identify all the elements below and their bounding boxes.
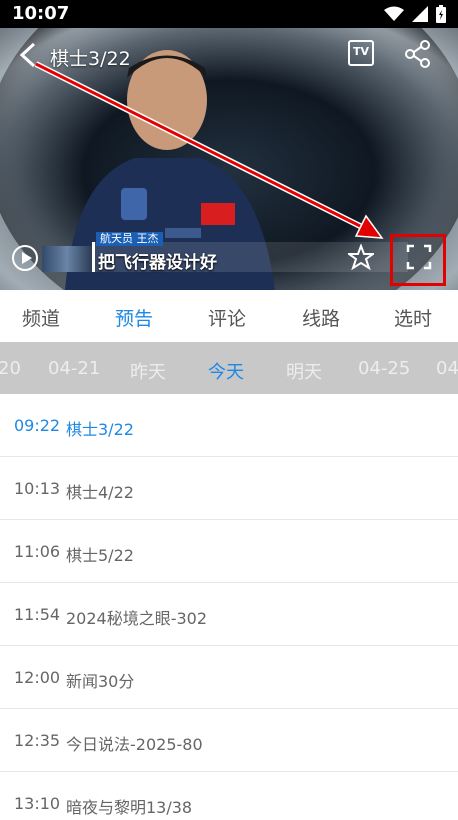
schedule-title: 2024秘境之眼-302	[66, 609, 208, 628]
schedule-row[interactable]: 09:22 棋士3/22	[0, 394, 458, 457]
schedule-row[interactable]: 13:10 暗夜与黎明13/38	[0, 772, 458, 820]
schedule-title: 棋士3/22	[66, 420, 134, 439]
schedule-title: 棋士5/22	[66, 546, 134, 565]
status-icons	[384, 5, 446, 23]
date-item[interactable]: 昨天	[130, 358, 166, 384]
date-item[interactable]: 04	[436, 358, 458, 379]
schedule-time: 09:22	[14, 416, 61, 435]
date-strip[interactable]: 20 04-21 昨天 今天 明天 04-25 04	[0, 342, 458, 394]
video-player[interactable]: 棋士3/22 TV 航天员 王杰 把飞行器设计好	[0, 28, 458, 290]
schedule-title: 棋士4/22	[66, 483, 134, 502]
signal-icon	[412, 6, 428, 22]
tab-schedule[interactable]: 预告	[115, 304, 153, 331]
schedule-row[interactable]: 10:13 棋士4/22	[0, 457, 458, 520]
schedule-row[interactable]: 11:06 棋士5/22	[0, 520, 458, 583]
date-item[interactable]: 20	[0, 358, 21, 379]
status-time: 10:07	[12, 3, 70, 24]
schedule-time: 12:00	[14, 668, 61, 687]
battery-icon	[436, 5, 446, 23]
tab-channel[interactable]: 频道	[22, 304, 60, 331]
schedule-title: 今日说法-2025-80	[66, 735, 203, 754]
tab-time-select[interactable]: 选时	[394, 304, 432, 331]
share-icon[interactable]	[404, 40, 432, 68]
tab-comments[interactable]: 评论	[208, 304, 246, 331]
date-item[interactable]: 明天	[286, 358, 322, 384]
video-title: 棋士3/22	[50, 48, 131, 70]
schedule-time: 11:54	[14, 605, 61, 624]
tv-cast-button[interactable]: TV	[348, 40, 374, 66]
schedule-list: 09:22 棋士3/22 10:13 棋士4/22 11:06 棋士5/22 1…	[0, 394, 458, 820]
fullscreen-highlight-box	[390, 234, 446, 286]
favorite-star-icon[interactable]	[348, 244, 374, 270]
program-thumbnail[interactable]	[42, 246, 92, 272]
schedule-time: 12:35	[14, 731, 61, 750]
schedule-row[interactable]: 12:35 今日说法-2025-80	[0, 709, 458, 772]
play-button[interactable]	[12, 245, 38, 271]
video-caption: 把飞行器设计好	[98, 253, 217, 273]
date-item-today[interactable]: 今天	[208, 358, 244, 384]
schedule-row[interactable]: 12:00 新闻30分	[0, 646, 458, 709]
date-item[interactable]: 04-21	[48, 358, 100, 379]
caption-tag: 航天员 王杰	[96, 232, 163, 246]
schedule-row[interactable]: 11:54 2024秘境之眼-302	[0, 583, 458, 646]
schedule-title: 暗夜与黎明13/38	[66, 798, 193, 817]
tab-route[interactable]: 线路	[302, 304, 340, 331]
date-item[interactable]: 04-25	[358, 358, 410, 379]
wifi-icon	[384, 6, 404, 21]
schedule-time: 13:10	[14, 794, 61, 813]
tab-bar: 频道 预告 评论 线路 选时	[0, 290, 458, 342]
back-icon[interactable]	[14, 40, 44, 70]
schedule-title: 新闻30分	[66, 672, 135, 691]
schedule-time: 11:06	[14, 542, 61, 561]
status-bar: 10:07	[0, 0, 458, 28]
schedule-time: 10:13	[14, 479, 61, 498]
